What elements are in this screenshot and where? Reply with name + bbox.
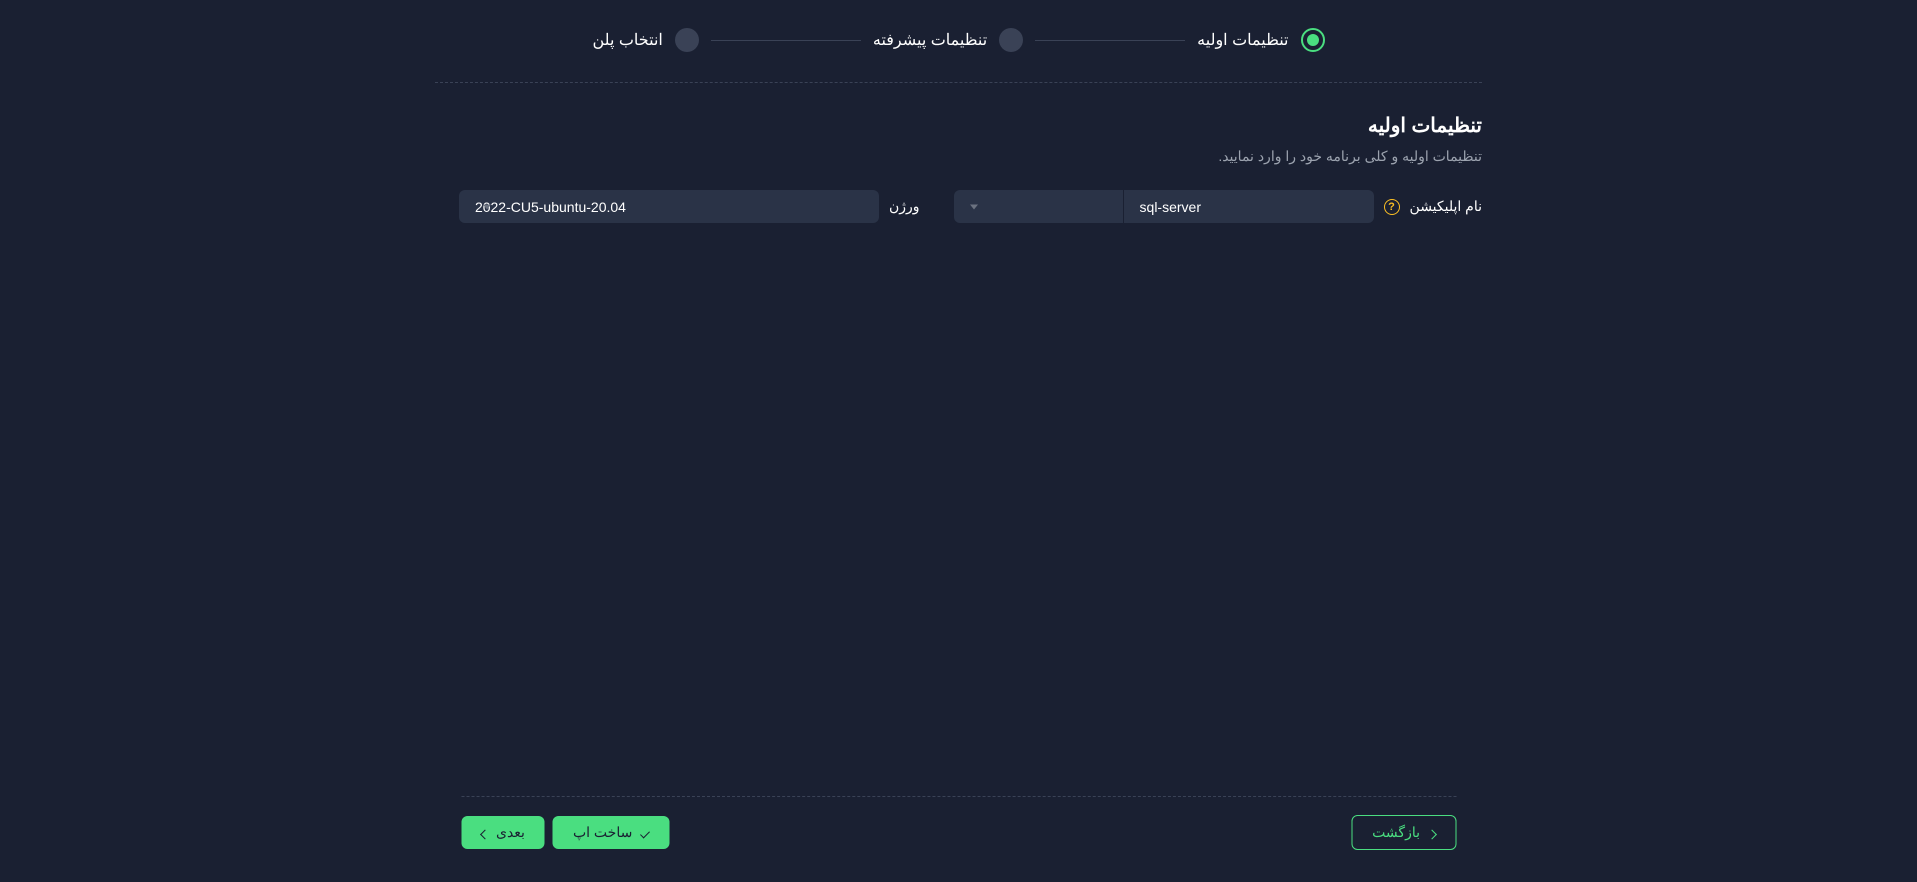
form-row: نام اپلیکیشن ? ورژن 2022-CU5-ubuntu-20.0… (435, 190, 1482, 223)
stepper: تنظیمات اولیه تنظیمات پیشرفته انتخاب پلن (435, 28, 1482, 52)
step-connector (711, 40, 861, 41)
footer-actions: ساخت اپ بعدی (461, 816, 669, 849)
step-initial-settings: تنظیمات اولیه (1197, 28, 1324, 52)
chevron-left-icon (481, 825, 488, 841)
step-plan-selection: انتخاب پلن (592, 28, 698, 52)
step-circle-active (1301, 28, 1325, 52)
chevron-right-icon (1428, 825, 1435, 841)
footer-buttons: بازگشت ساخت اپ بعدی (461, 815, 1456, 850)
app-name-suffix-select[interactable] (954, 190, 1124, 223)
footer: بازگشت ساخت اپ بعدی (461, 796, 1456, 850)
app-name-input-group (954, 190, 1374, 223)
app-name-group: نام اپلیکیشن ? (954, 190, 1482, 223)
step-label-1: تنظیمات اولیه (1197, 30, 1288, 50)
version-select[interactable]: 2022-CU5-ubuntu-20.04 (459, 190, 879, 223)
section-subtitle: تنظیمات اولیه و کلی برنامه خود را وارد ن… (435, 148, 1482, 165)
step-label-3: انتخاب پلن (592, 30, 662, 50)
create-app-button[interactable]: ساخت اپ (553, 816, 669, 849)
footer-divider (461, 796, 1456, 797)
step-circle-inactive (675, 28, 699, 52)
step-label-2: تنظیمات پیشرفته (873, 30, 987, 50)
next-button[interactable]: بعدی (461, 816, 545, 849)
section-title: تنظیمات اولیه (435, 113, 1482, 138)
step-connector (1035, 40, 1185, 41)
step-advanced-settings: تنظیمات پیشرفته (873, 28, 1023, 52)
section-header: تنظیمات اولیه تنظیمات اولیه و کلی برنامه… (435, 82, 1482, 190)
step-circle-inactive (999, 28, 1023, 52)
back-button-label: بازگشت (1372, 824, 1420, 841)
create-app-label: ساخت اپ (573, 824, 632, 841)
version-label: ورژن (889, 198, 920, 215)
app-name-suffix-wrapper (954, 190, 1124, 223)
version-select-wrapper: 2022-CU5-ubuntu-20.04 (459, 190, 879, 223)
back-button[interactable]: بازگشت (1351, 815, 1456, 850)
check-icon (640, 825, 649, 841)
app-name-label: نام اپلیکیشن (1410, 198, 1482, 215)
help-icon[interactable]: ? (1384, 199, 1400, 215)
next-button-label: بعدی (496, 824, 525, 841)
app-name-input[interactable] (1124, 190, 1374, 223)
version-group: ورژن 2022-CU5-ubuntu-20.04 (459, 190, 920, 223)
